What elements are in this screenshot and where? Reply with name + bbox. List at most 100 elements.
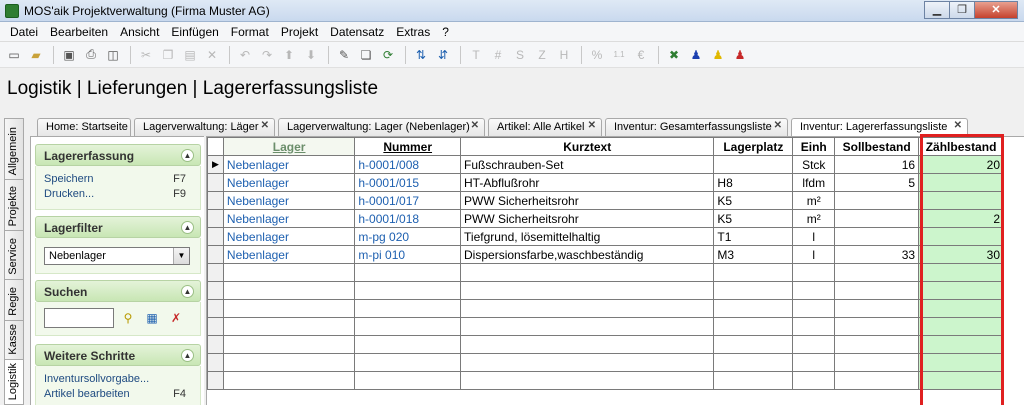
z-format-icon[interactable]: Z [532, 45, 552, 65]
row-header[interactable] [207, 209, 224, 228]
table-cell[interactable] [713, 299, 794, 318]
menu-datensatz[interactable]: Datensatz [324, 25, 390, 39]
table-cell[interactable] [354, 299, 462, 318]
print-icon[interactable]: ⎙ [81, 45, 101, 65]
table-cell[interactable]: Nebenlager [222, 173, 356, 192]
table-cell[interactable] [792, 335, 836, 354]
table-cell[interactable] [792, 281, 836, 300]
table-cell[interactable] [834, 353, 920, 372]
table-cell[interactable]: l [792, 227, 836, 246]
table-cell[interactable]: HT-Abflußrohr [460, 173, 715, 192]
table-cell[interactable]: Nebenlager [222, 227, 356, 246]
table-cell[interactable] [713, 263, 794, 282]
table-cell[interactable]: m-pi 010 [354, 245, 462, 264]
table-cell[interactable] [460, 371, 715, 390]
side-tab-service[interactable]: Service [4, 230, 24, 280]
table-row[interactable]: ▶ Nebenlager h-0001/008 Fußschrauben-Set Stc… [207, 155, 1024, 174]
table-cell[interactable]: H8 [713, 173, 794, 192]
side-tab-allgemein[interactable]: Allgemein [4, 118, 24, 180]
table-cell[interactable] [792, 353, 836, 372]
column-header-lager[interactable]: Lager [222, 137, 356, 156]
table-row[interactable]: Nebenlager h-0001/017 PWW Sicherheitsrohr K… [207, 191, 1024, 210]
table-cell[interactable] [918, 317, 1005, 336]
table-cell[interactable] [834, 209, 920, 228]
lagerfilter-select[interactable]: Nebenlager ▼ [44, 247, 190, 265]
table-cell[interactable] [354, 371, 462, 390]
table-cell[interactable] [354, 335, 462, 354]
table-cell[interactable] [918, 263, 1005, 282]
table-cell[interactable]: Tiefgrund, lösemittelhaltig [460, 227, 715, 246]
table-row[interactable]: Nebenlager m-pg 020 Tiefgrund, lösemittelh… [207, 227, 1024, 246]
edit-pencil-icon[interactable]: ✎ [334, 45, 354, 65]
table-cell[interactable]: Nebenlager [222, 245, 356, 264]
table-row[interactable]: Nebenlager h-0001/015 HT-Abflußrohr H8 lfdm 5 [207, 173, 1024, 192]
cut-icon[interactable]: ✂ [136, 45, 156, 65]
menu-datei[interactable]: Datei [4, 25, 44, 39]
table-cell[interactable]: 20 [918, 155, 1005, 174]
row-header[interactable] [207, 335, 224, 354]
table-cell[interactable] [354, 353, 462, 372]
table-cell[interactable] [834, 281, 920, 300]
table-cell[interactable] [918, 335, 1005, 354]
table-cell[interactable] [222, 299, 356, 318]
table-row[interactable] [207, 299, 1024, 318]
table-cell[interactable] [834, 335, 920, 354]
table-cell[interactable]: Fußschrauben-Set [460, 155, 715, 174]
close-icon[interactable]: ✕ [954, 120, 962, 131]
drucken-link[interactable]: Drucken... [44, 188, 94, 200]
table-cell[interactable] [713, 317, 794, 336]
tab-startseite[interactable]: Home: Startseite [37, 118, 131, 136]
redo-icon[interactable]: ↷ [257, 45, 277, 65]
column-header-kurztext[interactable]: Kurztext [460, 137, 715, 156]
h-format-icon[interactable]: H [554, 45, 574, 65]
row-header[interactable] [207, 173, 224, 192]
filter-table-icon[interactable]: ▦ [142, 308, 162, 328]
row-header[interactable]: ▶ [207, 155, 224, 174]
table-cell[interactable] [222, 317, 356, 336]
preview-icon[interactable]: ◫ [103, 45, 123, 65]
row-header[interactable] [207, 281, 224, 300]
save-icon[interactable]: ▣ [59, 45, 79, 65]
collapse-icon[interactable]: ▲ [181, 285, 194, 298]
search-input[interactable] [44, 308, 114, 328]
sort-ascending-icon[interactable]: ⇅ [411, 45, 431, 65]
collapse-icon[interactable]: ▲ [181, 221, 194, 234]
table-row[interactable] [207, 263, 1024, 282]
arrow-down-icon[interactable]: ⬇ [301, 45, 321, 65]
menu-ansicht[interactable]: Ansicht [114, 25, 165, 39]
column-header-lagerplatz[interactable]: Lagerplatz [713, 137, 794, 156]
dropdown-arrow-icon[interactable]: ▼ [173, 248, 189, 264]
table-cell[interactable]: h-0001/015 [354, 173, 462, 192]
tab-alle-artikel[interactable]: Artikel: Alle Artikel ✕ [488, 118, 602, 136]
side-tab-logistik[interactable]: Logistik [4, 359, 24, 405]
refresh-icon[interactable]: ⟳ [378, 45, 398, 65]
table-cell[interactable] [834, 263, 920, 282]
menu-einfuegen[interactable]: Einfügen [165, 25, 224, 39]
menu-help[interactable]: ? [436, 25, 455, 39]
minimize-button[interactable]: ▁ [924, 1, 950, 19]
copy-record-icon[interactable]: ❏ [356, 45, 376, 65]
table-cell[interactable]: m-pg 020 [354, 227, 462, 246]
table-cell[interactable] [354, 263, 462, 282]
table-cell[interactable]: PWW Sicherheitsrohr [460, 209, 715, 228]
user-yellow-icon[interactable]: ♟ [708, 45, 728, 65]
table-cell[interactable] [460, 299, 715, 318]
collapse-icon[interactable]: ▲ [181, 149, 194, 162]
table-cell[interactable] [918, 353, 1005, 372]
table-cell[interactable] [354, 317, 462, 336]
table-cell[interactable]: h-0001/018 [354, 209, 462, 228]
column-header-nummer[interactable]: Nummer [354, 137, 462, 156]
table-cell[interactable] [792, 263, 836, 282]
table-row[interactable] [207, 353, 1024, 372]
section-header[interactable]: Lagererfassung ▲ [35, 144, 201, 166]
table-cell[interactable] [792, 317, 836, 336]
table-cell[interactable]: PWW Sicherheitsrohr [460, 191, 715, 210]
speichern-link[interactable]: Speichern [44, 173, 94, 185]
table-cell[interactable] [713, 155, 794, 174]
table-cell[interactable] [354, 281, 462, 300]
copy-icon[interactable]: ❐ [158, 45, 178, 65]
section-header[interactable]: Lagerfilter ▲ [35, 216, 201, 238]
section-header[interactable]: Weitere Schritte ▲ [35, 344, 201, 366]
table-row[interactable]: Nebenlager h-0001/018 PWW Sicherheitsrohr K… [207, 209, 1024, 228]
table-cell[interactable] [834, 299, 920, 318]
